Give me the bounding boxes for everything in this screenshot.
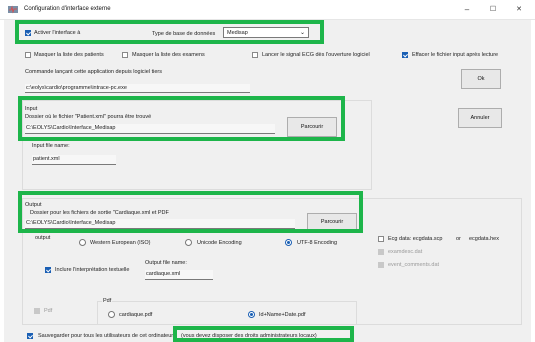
launch-ecg-label: Lancer le signal ECG dès l'ouverture log… [262,52,370,58]
enc-western-label: Western European (ISO) [90,240,151,246]
enc-unicode-radio[interactable] [185,239,192,246]
pdf-opt2-radio[interactable] [248,311,255,318]
event-comments-checkbox[interactable] [378,262,384,268]
pdf-opt1-label: cardiaque.pdf [119,312,153,318]
maximize-button[interactable]: ☐ [482,3,504,16]
command-input[interactable]: c:\eolys\cardio\programme\intrace-pc.exe [25,84,250,93]
enc-utf8-radio[interactable] [285,239,292,246]
hide-patients-checkbox[interactable] [25,52,31,58]
highlight-admin-note [173,326,354,342]
highlight-input [18,96,345,141]
save-all-users-label: Sauvegarder pour tous les utilisateurs d… [38,333,174,339]
output-file-name-label: Output file name: [145,260,187,266]
output-file-name-field[interactable]: cardiaque.xml [145,270,213,280]
include-interp-label: Inclure l'interprétation textuelle [55,267,130,273]
close-button[interactable]: ✕ [508,3,530,16]
enc-utf8-label: UTF-8 Encoding [297,240,338,246]
event-comments-label: event_comments.dat [388,262,440,268]
hide-patients-label: Masquer la liste des patients [34,52,104,58]
window-title: Configuration d'interface externe [24,6,111,12]
launch-ecg-checkbox[interactable] [252,52,258,58]
exams-label: examdesc.dat [388,249,423,255]
cancel-button[interactable]: Annuler [458,108,502,128]
command-label: Commande lançant cette application depui… [25,69,162,75]
app-icon [8,5,18,14]
ok-button[interactable]: Ok [461,69,501,89]
input-file-name-field[interactable]: patient.xml [32,155,116,165]
ecg-hex-label: ecgdata.hex [469,236,499,242]
ecg-data-checkbox[interactable] [378,236,384,242]
delete-input-label: Effacer le fichier input après lecture [412,52,499,58]
exams-checkbox[interactable] [378,249,384,255]
hide-exams-checkbox[interactable] [122,52,128,58]
input-file-name-label: Input file name: [32,143,70,149]
save-all-users-checkbox[interactable] [27,333,33,339]
highlight-activate [15,20,324,44]
ecg-or-label: or [456,236,461,242]
pdf-check-label: Pdf [44,308,53,314]
minimize-button[interactable]: – [456,3,478,16]
highlight-output [18,191,363,233]
hide-exams-label: Masquer la liste des examens [132,52,205,58]
pdf-checkbox[interactable] [34,308,40,314]
pdf-opt2-label: Id+Name+Date.pdf [259,312,306,318]
encoding-label: output [35,235,51,241]
include-interp-checkbox[interactable] [45,267,51,273]
title-bar: Configuration d'interface externe – ☐ ✕ [0,0,535,20]
pdf-group-label: Pdf [102,298,113,304]
pdf-opt1-radio[interactable] [108,311,115,318]
ecg-data-label: Ecg data: ecgdata.scp [388,236,443,242]
enc-western-radio[interactable] [79,239,86,246]
enc-unicode-label: Unicode Encoding [197,240,242,246]
delete-input-checkbox[interactable] [402,52,408,58]
